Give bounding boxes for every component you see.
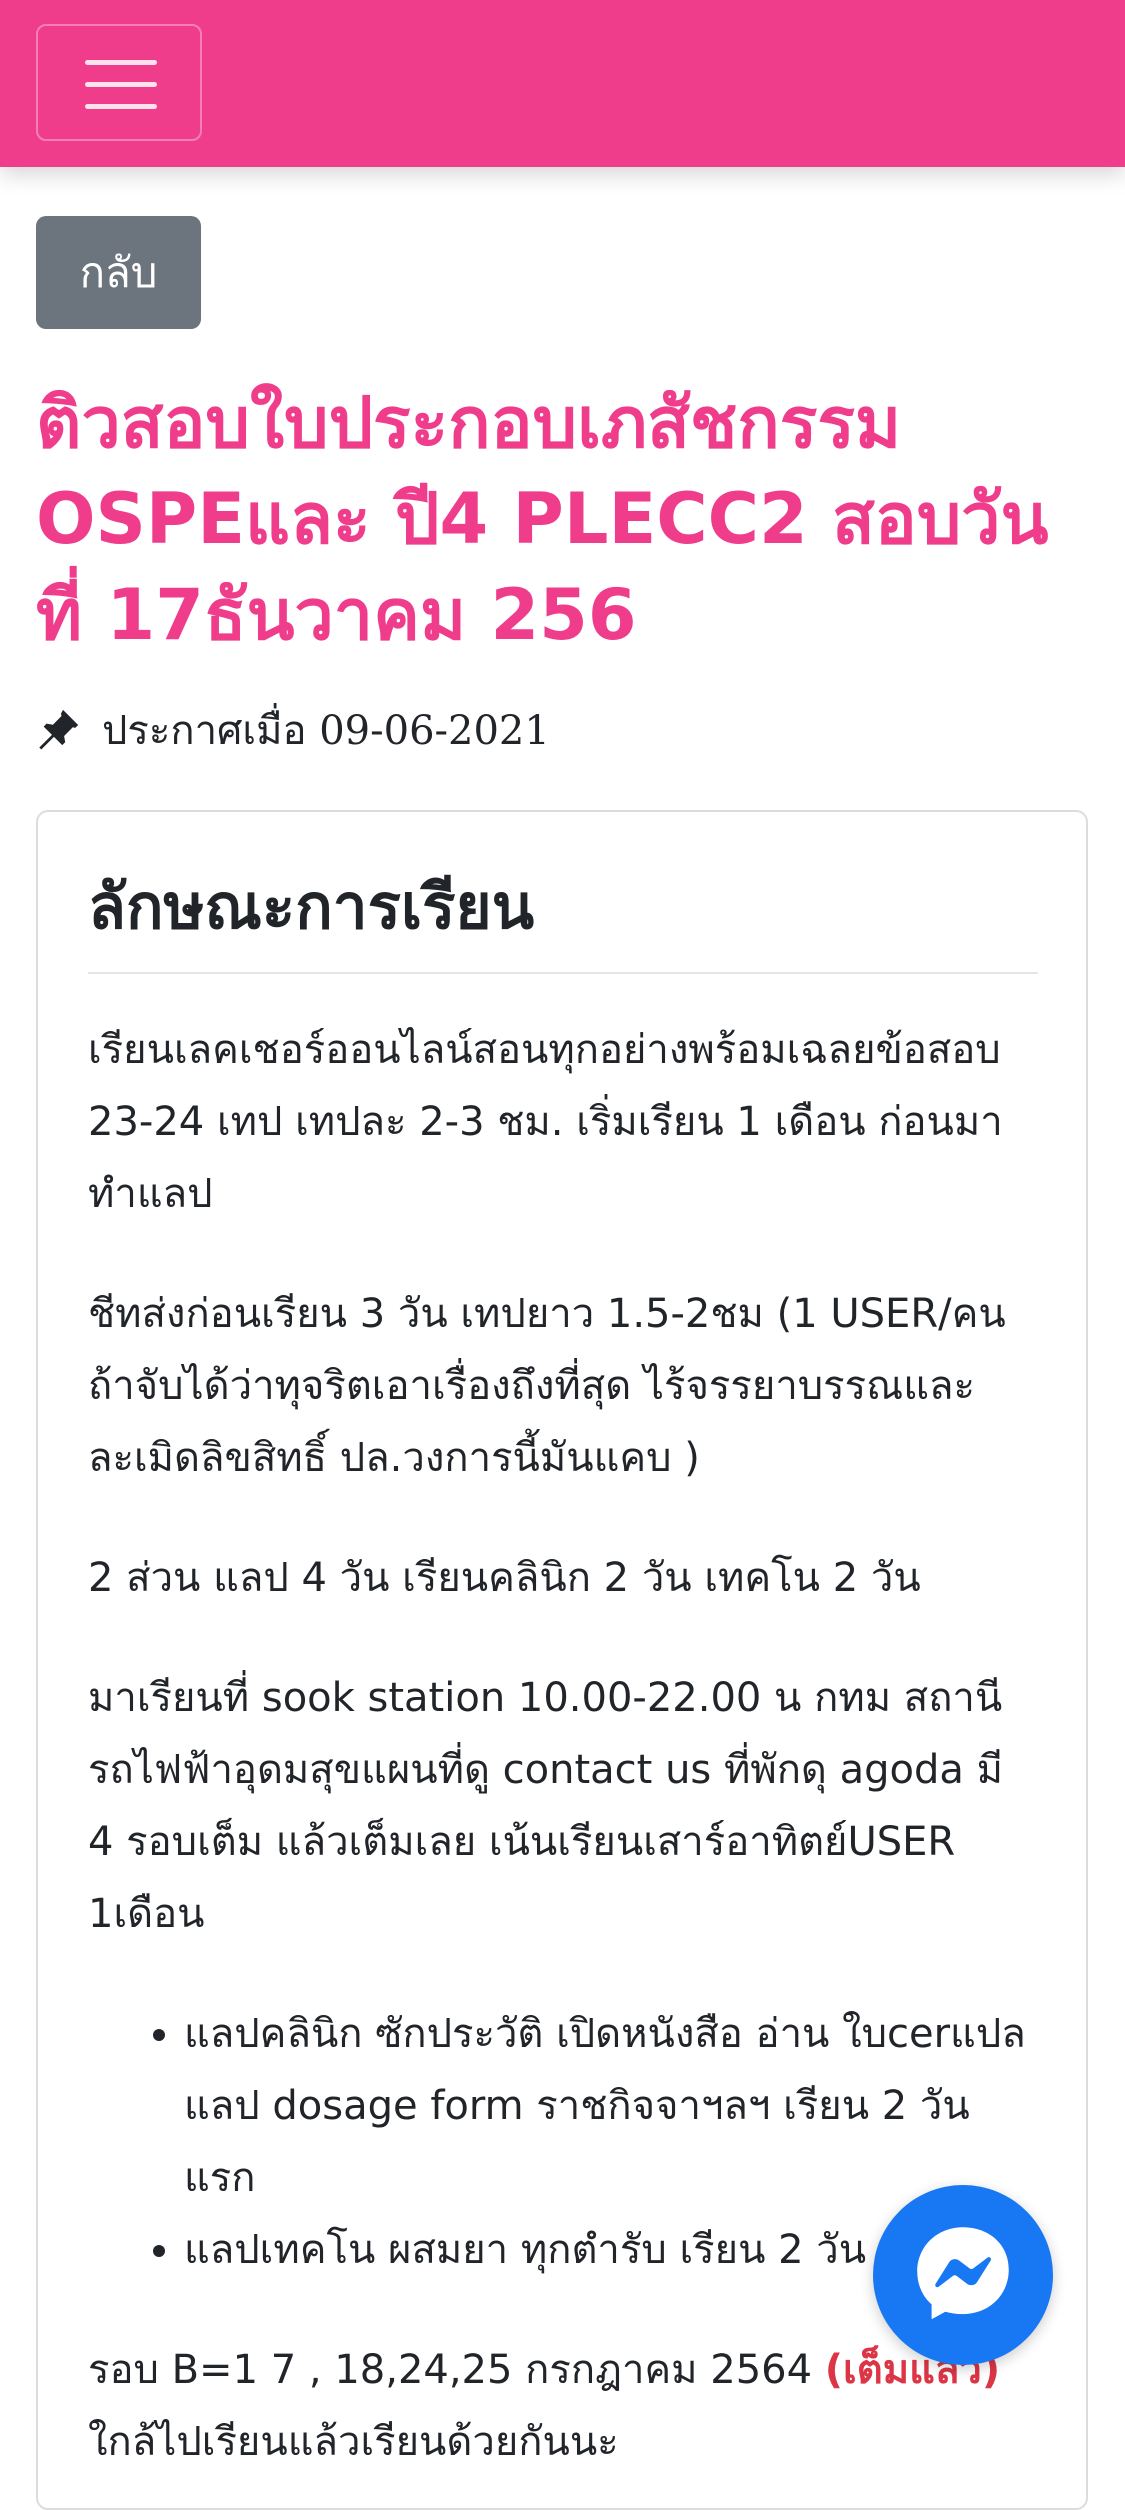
paragraph-sheet: ชีทส่งก่อนเรียน 3 วัน เทปยาว 1.5-2ชม (1 … (88, 1291, 1006, 1481)
posted-text: ประกาศเมื่อ 09-06-2021 (102, 708, 550, 754)
paragraph-round: รอบ B=1 7 , 18,24,25 กรกฎาคม 2564 (เต็มแ… (88, 2334, 1038, 2478)
messenger-icon (917, 2227, 1009, 2320)
paragraph-location: มาเรียนที่ sook station 10.00-22.00 น กท… (88, 1675, 1003, 1937)
posted-date: ประกาศเมื่อ 09-06-2021 (36, 700, 550, 760)
card-heading: ลักษณะการเรียน (88, 862, 1038, 974)
round-text: รอบ B=1 7 , 18,24,25 กรกฎาคม 2564 (88, 2347, 825, 2393)
paragraph-parts: 2 ส่วน แลป 4 วัน เรียนคลินิก 2 วัน เทคโน… (88, 1555, 921, 1601)
round-after-text: ใกล้ไปเรียนแล้วเรียนด้วยกันนะ (88, 2419, 619, 2465)
pin-icon (39, 709, 79, 750)
top-navbar (0, 0, 1125, 167)
back-button[interactable]: กลับ (36, 216, 201, 329)
page-title: ติวสอบใบประกอบเภสัชกรรม OSPEและ ปี4 PLEC… (36, 382, 1049, 656)
paragraph-lecture: เรียนเลคเชอร์ออนไลน์สอนทุกอย่างพร้อมเฉลย… (88, 1027, 1003, 1217)
list-item: แลปคลินิก ซักประวัติ เปิดหนังสือ อ่าน ใบ… (184, 1998, 1038, 2214)
hamburger-menu-icon[interactable] (36, 24, 202, 141)
messenger-chat-button[interactable] (873, 2185, 1053, 2365)
